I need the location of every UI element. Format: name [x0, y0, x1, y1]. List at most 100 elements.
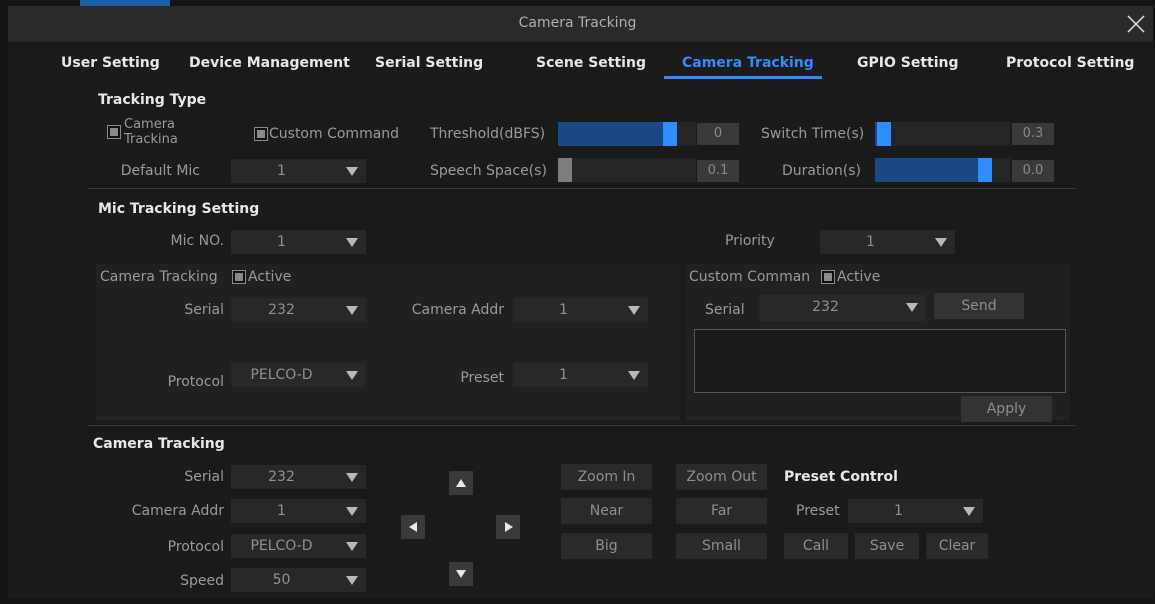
- camera-tracking-active-label: Active: [248, 269, 292, 285]
- mic-no-label: Mic NO.: [170, 233, 225, 249]
- speech-space-label: Speech Space(s): [430, 163, 547, 179]
- save-button[interactable]: Save: [855, 533, 919, 559]
- apply-button[interactable]: Apply: [961, 396, 1052, 422]
- chevron-down-icon: [346, 542, 358, 551]
- mic-serial-value: 232: [268, 302, 295, 318]
- speech-space-slider-thumb[interactable]: [558, 158, 572, 182]
- mic-tracking-title: Mic Tracking Setting: [98, 201, 260, 217]
- chevron-down-icon: [628, 371, 640, 380]
- pan-up-button[interactable]: [449, 471, 473, 495]
- control-protocol-value: PELCO-D: [250, 538, 313, 554]
- custom-serial-select[interactable]: 232: [759, 295, 926, 321]
- switch-time-slider-thumb[interactable]: [877, 122, 891, 146]
- preset-label: Preset: [796, 503, 840, 519]
- close-icon[interactable]: [1125, 13, 1147, 35]
- tab-camera-tracking[interactable]: Camera Tracking: [682, 55, 814, 71]
- tab-device-management[interactable]: Device Management: [189, 55, 350, 71]
- custom-serial-value: 232: [812, 299, 839, 315]
- tab-protocol-setting[interactable]: Protocol Setting: [1006, 55, 1134, 71]
- mic-protocol-value: PELCO-D: [250, 367, 313, 383]
- mic-protocol-label: Protocol: [167, 374, 224, 390]
- custom-command-panel-label: Custom Comman: [689, 269, 811, 285]
- camera-tracking-type-line2: Trackina: [124, 132, 178, 147]
- tab-gpio-setting[interactable]: GPIO Setting: [857, 55, 959, 71]
- custom-command-textarea[interactable]: [694, 329, 1066, 393]
- control-serial-label: Serial: [184, 469, 224, 485]
- clear-button[interactable]: Clear: [926, 533, 988, 559]
- camera-tracking-type-line1: Camera: [124, 117, 176, 132]
- pan-down-button[interactable]: [449, 562, 473, 586]
- speech-space-slider[interactable]: [558, 158, 696, 182]
- arrow-right-icon: [505, 522, 513, 532]
- custom-command-active-checkbox[interactable]: [821, 270, 835, 284]
- control-camera-addr-value: 1: [277, 503, 286, 519]
- small-button[interactable]: Small: [676, 533, 767, 559]
- zoom-out-button[interactable]: Zoom Out: [676, 464, 767, 490]
- mic-camera-addr-label: Camera Addr: [411, 302, 504, 318]
- camera-tracking-active-checkbox[interactable]: [232, 270, 246, 284]
- control-serial-value: 232: [268, 469, 295, 485]
- duration-value: 0.0: [1012, 160, 1054, 182]
- duration-label: Duration(s): [782, 163, 862, 179]
- control-protocol-select[interactable]: PELCO-D: [231, 534, 366, 558]
- chevron-down-icon: [963, 507, 975, 516]
- control-camera-addr-select[interactable]: 1: [231, 499, 366, 523]
- chevron-down-icon: [346, 473, 358, 482]
- mic-preset-select[interactable]: 1: [513, 363, 648, 387]
- threshold-label: Threshold(dBFS): [430, 126, 546, 142]
- chevron-down-icon: [346, 238, 358, 247]
- threshold-slider-thumb[interactable]: [663, 122, 677, 146]
- far-button[interactable]: Far: [676, 498, 767, 524]
- threshold-slider[interactable]: [558, 122, 696, 146]
- arrow-left-icon: [409, 522, 417, 532]
- duration-slider[interactable]: [875, 158, 1010, 182]
- control-serial-select[interactable]: 232: [231, 465, 366, 489]
- chevron-down-icon: [346, 306, 358, 315]
- mic-no-select[interactable]: 1: [231, 230, 366, 254]
- mic-preset-label: Preset: [460, 370, 504, 386]
- mic-preset-value: 1: [559, 367, 568, 383]
- camera-tracking-panel-label: Camera Tracking: [100, 269, 218, 285]
- tab-user-setting[interactable]: User Setting: [61, 55, 160, 71]
- custom-command-type-label: Custom Command: [269, 126, 400, 142]
- duration-slider-thumb[interactable]: [978, 158, 992, 182]
- arrow-down-icon: [456, 570, 466, 578]
- near-button[interactable]: Near: [561, 498, 652, 524]
- send-button[interactable]: Send: [934, 293, 1024, 319]
- switch-time-value: 0.3: [1012, 123, 1054, 145]
- call-button[interactable]: Call: [784, 533, 848, 559]
- duration-slider-fill: [875, 158, 985, 182]
- tab-serial-setting[interactable]: Serial Setting: [375, 55, 483, 71]
- chevron-down-icon: [346, 167, 358, 176]
- pan-left-button[interactable]: [401, 515, 425, 539]
- default-mic-value: 1: [277, 163, 286, 179]
- mic-camera-addr-select[interactable]: 1: [513, 298, 648, 322]
- camera-control-title: Camera Tracking: [93, 436, 225, 452]
- speech-space-value: 0.1: [697, 160, 739, 182]
- tab-scene-setting[interactable]: Scene Setting: [536, 55, 646, 71]
- switch-time-label: Switch Time(s): [761, 126, 865, 142]
- chevron-down-icon: [346, 371, 358, 380]
- priority-select[interactable]: 1: [820, 230, 955, 254]
- divider: [88, 188, 1075, 189]
- big-button[interactable]: Big: [561, 533, 652, 559]
- custom-serial-label: Serial: [705, 302, 745, 318]
- mic-serial-label: Serial: [184, 302, 224, 318]
- mic-protocol-select[interactable]: PELCO-D: [231, 363, 366, 387]
- chevron-down-icon: [346, 507, 358, 516]
- chevron-down-icon: [935, 238, 947, 247]
- chevron-down-icon: [906, 303, 918, 312]
- pan-right-button[interactable]: [496, 515, 520, 539]
- custom-command-type-checkbox[interactable]: [254, 127, 268, 141]
- preset-select[interactable]: 1: [848, 499, 983, 523]
- switch-time-slider[interactable]: [875, 122, 1010, 146]
- camera-tracking-type-checkbox[interactable]: [107, 125, 121, 139]
- control-speed-select[interactable]: 50: [231, 568, 366, 592]
- chevron-down-icon: [346, 576, 358, 585]
- default-mic-select[interactable]: 1: [231, 159, 366, 183]
- mic-no-value: 1: [277, 234, 286, 250]
- zoom-in-button[interactable]: Zoom In: [561, 464, 652, 490]
- threshold-slider-fill: [558, 122, 670, 146]
- tracking-type-title: Tracking Type: [98, 92, 207, 108]
- mic-serial-select[interactable]: 232: [231, 298, 366, 322]
